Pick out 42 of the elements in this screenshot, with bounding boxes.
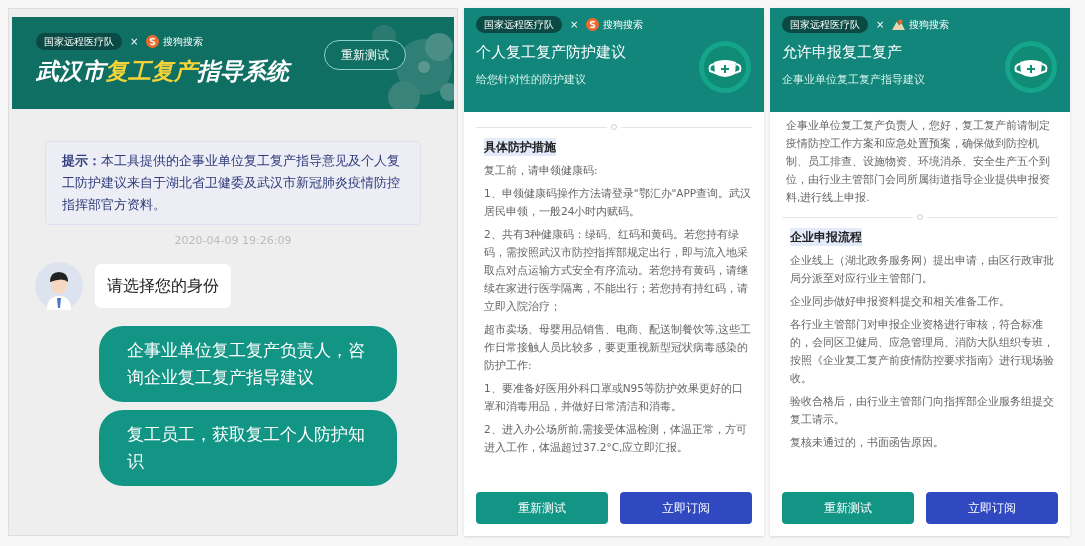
times-sign: × [130, 35, 139, 49]
sponsor-name: 搜狗搜索 [909, 18, 950, 32]
panel-subtitle: 给您针对性的防护建议 [476, 71, 587, 88]
times-sign: × [876, 18, 885, 32]
notice-card: 提示：本工具提供的企事业单位复工复产指导意见及个人复工防护建议来自于湖北省卫健委及武汉市新冠肺炎疫情防控指挥部官方资料。 [45, 141, 421, 225]
advice-paragraph: 验收合格后，由行业主管部门向指挥部企业服务组提交复工请示。 [790, 394, 1055, 427]
subscribe-button[interactable]: 立即订阅 [926, 492, 1058, 524]
retest-button[interactable]: 重新测试 [782, 492, 914, 524]
avatar-icon [35, 261, 83, 310]
logo-icon [892, 19, 906, 30]
advice-paragraph: 复核未通过的，书面函告原因。 [790, 435, 945, 450]
mask-icon [1004, 40, 1058, 94]
logo-icon [586, 18, 600, 31]
retest-button[interactable]: 重新测试 [476, 492, 608, 524]
advice-paragraph: 2、共有3种健康码：绿码、红码和黄码。若您持有绿码，需按照武汉市防控指挥部规定出行，即与流入地采取点对点运输方式安全有序流动。若您持有黄码，请继续在家进行医学隔离，不能出行；若您持有持红码，请立即入院治疗； [484, 227, 749, 314]
section-title: 企业申报流程 [790, 228, 862, 246]
logo-icon [146, 35, 160, 48]
advice-paragraph: 企业同步做好申报资料提交和相关准备工作。 [790, 294, 1011, 309]
intro-paragraph: 企事业单位复工复产负责人，您好，复工复产前请制定疫情防控工作方案和应急处置预案，确保做到防控机制、员工排查、设施物资、环境消杀、安全生产五个到位，由行业主管部门会同所属街道指导企业提供申报资料,进行线上申报. [785, 118, 1051, 205]
panel-subtitle: 企事业单位复工复产指导建议 [782, 71, 926, 88]
subscribe-button[interactable]: 立即订阅 [620, 492, 752, 524]
section-title: 具体防护措施 [484, 138, 556, 156]
identity-option[interactable]: 企事业单位复工复产负责人，咨询企业复工复产指导建议 [99, 325, 397, 402]
advice-paragraph: 1、申领健康码操作方法请登录"鄂汇办"APP查询。武汉居民申领，一般24小时内赋码。 [484, 186, 752, 219]
sponsor-name: 搜狗搜索 [163, 35, 204, 49]
advice-paragraph: 复工前，请申领健康码: [484, 163, 599, 178]
team-badge: 国家远程医疗队 [36, 33, 122, 50]
advice-paragraph: 超市卖场、母婴用品销售、电商、配送制餐饮等,这些工作日常接触人员比较多，要更重视新型冠状病毒感染的防护工作: [484, 322, 752, 373]
advice-paragraph: 1、要准备好医用外科口罩或N95等防护效果更好的口罩和消毒用品，并做好日常清洁和消毒。 [484, 381, 744, 414]
advice-paragraph: 各行业主管部门对申报企业资格进行审核，符合标准的，会同区卫健局、应急管理局、消防大队组织专班，按照《企业复工复产前疫情防控要求指南》进行现场验收。 [790, 317, 1055, 386]
times-sign: × [570, 18, 579, 32]
panel-title: 允许申报复工复产 [782, 42, 903, 63]
identity-option[interactable]: 复工员工，获取复工个人防护知识 [99, 409, 397, 486]
mask-icon [698, 40, 752, 94]
panel-title: 个人复工复产防护建议 [476, 42, 627, 63]
retest-button[interactable]: 重新测试 [324, 40, 406, 71]
team-badge: 国家远程医疗队 [476, 16, 562, 33]
advice-paragraph: 企业线上（湖北政务服务网）提出申请，由区行政审批局分派至对应行业主管部门。 [790, 253, 1055, 286]
sponsor-name: 搜狗搜索 [603, 18, 644, 32]
team-badge: 国家远程医疗队 [782, 16, 868, 33]
advice-paragraph: 2、进入办公场所前,需接受体温检测，体温正常，方可进入工作，体温超过37.2°C,应立即汇报。 [484, 422, 749, 455]
bot-message: 请选择您的身份 [95, 263, 231, 308]
